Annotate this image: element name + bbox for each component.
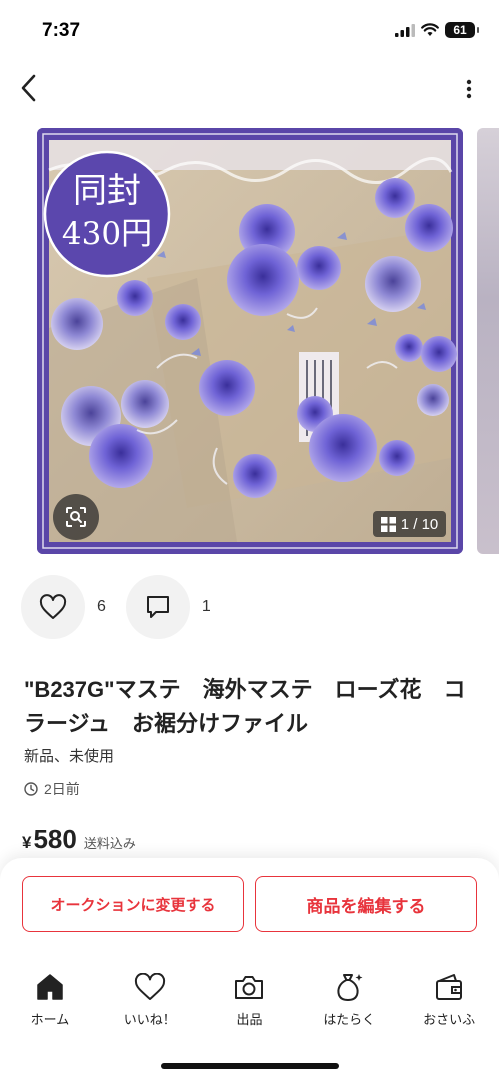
- camera-icon: [235, 976, 264, 999]
- grid-icon: [380, 516, 396, 532]
- next-photo-peek[interactable]: [477, 128, 499, 554]
- item-title: "B237G"マステ 海外マステ ローズ花 コラージュ お裾分けファイル: [24, 677, 466, 736]
- tab-home-label: ホーム: [30, 1012, 70, 1027]
- comment-icon: [146, 596, 169, 618]
- edit-item-button[interactable]: 商品を編集する: [255, 876, 477, 932]
- like-count: 6: [97, 598, 106, 615]
- status-time: 7:37: [42, 20, 81, 41]
- tab-wallet[interactable]: おさいふ: [399, 970, 499, 1030]
- image-search-button[interactable]: [53, 494, 99, 540]
- lens-search-icon: [66, 507, 86, 527]
- more-vertical-icon: [466, 79, 472, 99]
- photo-carousel[interactable]: 同封 430円 1 / 10: [0, 128, 499, 554]
- photo-badge-line2: 430円: [62, 216, 152, 252]
- battery-indicator: 61: [445, 22, 479, 38]
- chevron-left-icon: [21, 74, 36, 102]
- tab-wallet-label: おさいふ: [423, 1012, 476, 1027]
- photo-badge-line1: 同封: [73, 171, 141, 211]
- posted-time: 2日前: [24, 779, 80, 799]
- tab-work-label: はたらく: [323, 1012, 376, 1027]
- item-condition: 新品、未使用: [24, 748, 115, 765]
- bottom-action-sheet: オークションに変更する 商品を編集する: [0, 858, 499, 1080]
- home-icon: [37, 974, 63, 1000]
- back-button[interactable]: [12, 70, 44, 106]
- like-button[interactable]: [21, 575, 85, 639]
- tab-work[interactable]: はたらく: [299, 970, 399, 1030]
- tab-sell-label: 出品: [236, 1012, 263, 1027]
- heart-icon: [134, 973, 165, 1000]
- heart-icon: [39, 594, 67, 619]
- change-to-auction-button[interactable]: オークションに変更する: [22, 876, 244, 932]
- product-photo[interactable]: 同封 430円: [37, 128, 463, 554]
- tab-sell[interactable]: 出品: [200, 970, 300, 1030]
- tab-likes[interactable]: いいね！: [100, 970, 200, 1030]
- signal-icon: [395, 24, 415, 37]
- comment-count: 1: [201, 598, 211, 615]
- tab-home[interactable]: ホーム: [0, 970, 100, 1030]
- action-row: 6 1: [21, 575, 231, 639]
- currency-symbol: ¥: [22, 833, 32, 852]
- photo-counter[interactable]: 1 / 10: [373, 511, 446, 537]
- item-price: 580: [33, 824, 77, 854]
- photo-counter-text: 1 / 10: [400, 515, 439, 533]
- product-photo-art: 同封 430円: [37, 128, 463, 554]
- more-options-button[interactable]: [459, 72, 479, 106]
- clock-icon: [24, 782, 38, 796]
- posted-time-text: 2日前: [44, 781, 80, 797]
- status-bar: 7:37 61: [0, 0, 499, 56]
- comment-button[interactable]: [125, 575, 190, 639]
- home-indicator: [161, 1063, 339, 1069]
- money-bag-icon: [337, 974, 363, 1002]
- wifi-icon: [421, 23, 439, 36]
- nav-bar: [0, 64, 499, 112]
- wallet-icon: [436, 974, 463, 1000]
- tab-bar: ホーム いいね！ 出品 はたらく おさいふ: [0, 970, 499, 1030]
- shipping-note: 送料込み: [83, 836, 136, 851]
- tab-likes-label: いいね！: [123, 1012, 176, 1027]
- price-row: ¥ 580 送料込み: [22, 824, 136, 855]
- status-icons: 61: [395, 22, 479, 38]
